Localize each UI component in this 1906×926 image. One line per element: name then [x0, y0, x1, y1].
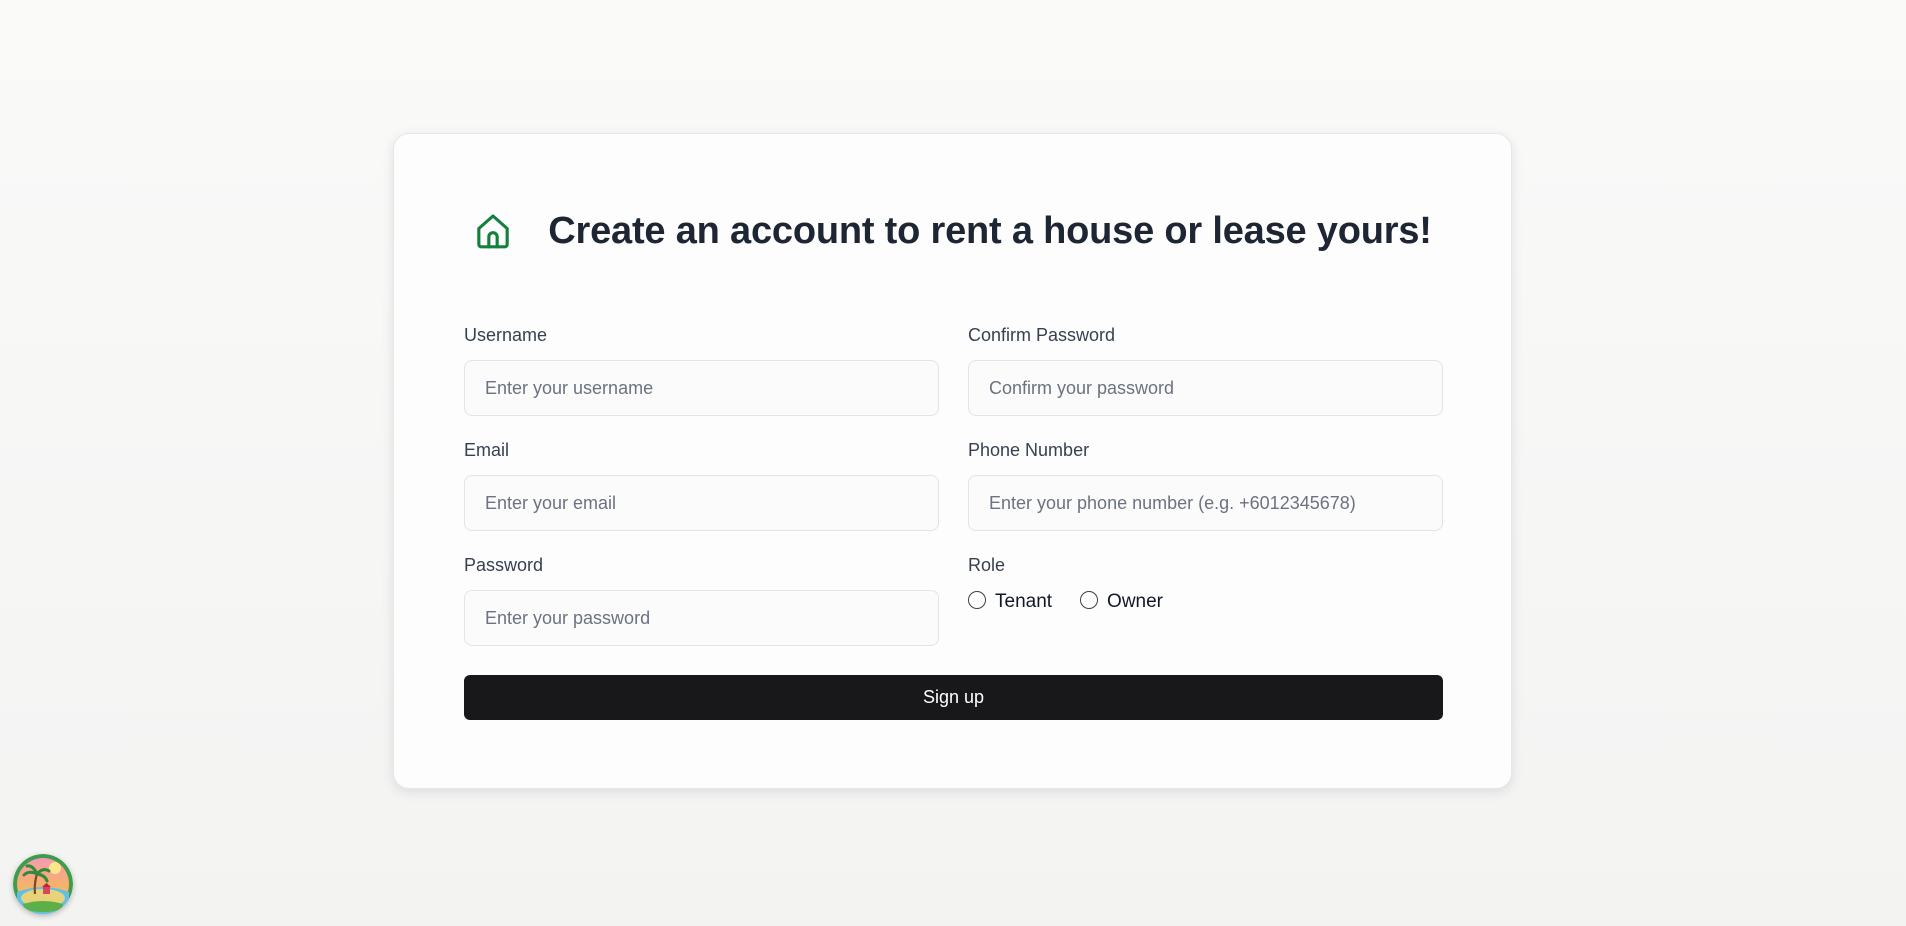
email-label: Email — [464, 440, 510, 460]
role-field-group: Role Tenant Owner — [968, 554, 1443, 613]
phone-input[interactable] — [968, 475, 1443, 531]
floating-assistant-button[interactable] — [13, 854, 73, 914]
password-input[interactable] — [464, 590, 939, 646]
username-input[interactable] — [464, 360, 939, 416]
email-input[interactable] — [464, 475, 939, 531]
home-icon — [473, 211, 513, 251]
password-label: Password — [464, 555, 544, 575]
tenant-radio[interactable] — [968, 591, 986, 609]
username-field-group: Username — [464, 324, 939, 416]
username-label: Username — [464, 325, 548, 345]
signup-card: Create an account to rent a house or lea… — [393, 133, 1512, 789]
confirm-password-input[interactable] — [968, 360, 1443, 416]
role-radio-group: Tenant Owner — [968, 591, 1443, 613]
beach-island-icon — [13, 854, 73, 914]
phone-field-group: Phone Number — [968, 439, 1443, 531]
page-title: Create an account to rent a house or lea… — [548, 209, 1432, 252]
phone-label: Phone Number — [968, 440, 1090, 460]
role-option-owner[interactable]: Owner — [1080, 591, 1163, 613]
confirm-password-label: Confirm Password — [968, 325, 1116, 345]
role-label: Role — [968, 555, 1006, 575]
card-header: Create an account to rent a house or lea… — [394, 206, 1511, 256]
email-field-group: Email — [464, 439, 939, 531]
owner-radio[interactable] — [1080, 591, 1099, 609]
confirm-password-field-group: Confirm Password — [968, 324, 1443, 416]
password-field-group: Password — [464, 554, 939, 646]
owner-radio-label[interactable]: Owner — [1107, 591, 1163, 613]
role-option-tenant[interactable]: Tenant — [968, 591, 1052, 613]
tenant-radio-label[interactable]: Tenant — [995, 591, 1052, 613]
sign-up-button[interactable]: Sign up — [464, 675, 1443, 720]
